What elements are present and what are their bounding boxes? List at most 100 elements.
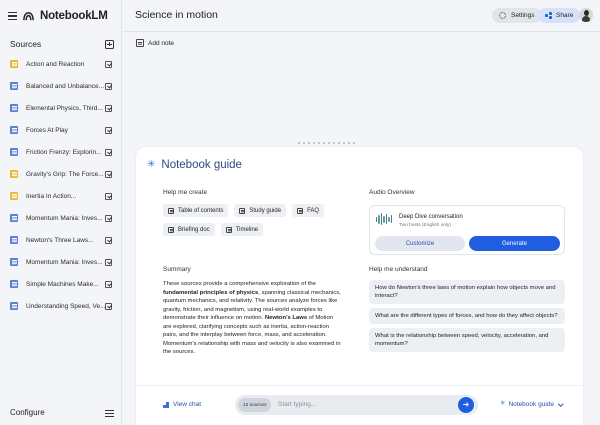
guide-title-text: Notebook guide (161, 159, 242, 171)
source-item[interactable]: Simple Machines Make... (0, 273, 122, 295)
source-item[interactable]: Gravity's Grip: The Force... (0, 163, 122, 185)
question-item[interactable]: What is the relationship between speed, … (369, 328, 565, 352)
source-item-label: Inertia In Action... (26, 192, 77, 200)
share-icon (545, 12, 552, 19)
doc-icon (10, 82, 18, 90)
source-item[interactable]: Elemental Physics, Third... (0, 97, 122, 119)
chip-label: FAQ (307, 207, 320, 214)
source-checkbox[interactable] (105, 126, 112, 134)
source-checkbox[interactable] (105, 148, 112, 156)
doc-icon (225, 226, 232, 233)
arrow-right-icon: ➜ (462, 400, 470, 409)
guide-footer: View chat 12 sources Start typing... ➜ ✳… (136, 385, 583, 425)
chip-label: Timeline (235, 226, 259, 233)
source-item-label: Newton's Three Laws... (26, 236, 94, 244)
sources-count-badge[interactable]: 12 sources (238, 398, 272, 412)
create-options: Table of contents Study guide FAQ Briefi… (163, 204, 343, 242)
view-chat-label: View chat (173, 401, 202, 408)
source-item[interactable]: Friction Frenzy: Explorin... (0, 141, 122, 163)
chevron-down-icon (558, 401, 564, 406)
chat-input[interactable]: 12 sources Start typing... ➜ (235, 395, 478, 415)
doc-icon (297, 207, 304, 214)
source-checkbox[interactable] (105, 258, 112, 266)
chip-label: Study guide (249, 207, 282, 214)
settings-button[interactable]: Settings (492, 8, 542, 23)
notebook-title[interactable]: Science in motion (135, 9, 218, 21)
source-item-label: Balanced and Unbalance... (26, 82, 105, 90)
table-of-contents-button[interactable]: Table of contents (163, 204, 229, 217)
audio-title: Deep Dive conversation (399, 214, 463, 220)
question-item[interactable]: How do Newton's three laws of motion exp… (369, 280, 565, 304)
source-item-label: Elemental Physics, Third... (26, 104, 103, 112)
help-create-label: Help me create (163, 189, 208, 196)
share-label: Share (556, 12, 574, 19)
source-item-label: Forces At Play (26, 126, 68, 134)
source-checkbox[interactable] (105, 170, 112, 178)
notebooklm-logo-icon (23, 11, 34, 20)
summary-bold: fundamental principles of physics (163, 289, 259, 296)
source-item-label: Momentum Mania: Inves... (26, 258, 103, 266)
source-item[interactable]: Balanced and Unbalance... (0, 75, 122, 97)
sparkle-icon: ✳ (147, 159, 156, 170)
summary-bold: Newton's Laws (264, 315, 308, 321)
chip-label: Briefing doc (178, 226, 210, 233)
source-checkbox[interactable] (105, 104, 112, 112)
generate-button[interactable]: Generate (469, 236, 560, 251)
source-item[interactable]: Understanding Speed, Ve... (0, 295, 122, 317)
source-checkbox[interactable] (105, 192, 112, 200)
add-note-button[interactable]: Add note (136, 39, 174, 47)
customize-button[interactable]: Customize (375, 236, 465, 251)
source-item-label: Understanding Speed, Ve... (26, 302, 105, 310)
source-item[interactable]: Forces At Play (0, 119, 122, 141)
timeline-button[interactable]: Timeline (220, 223, 264, 236)
question-item[interactable]: What are the different types of forces, … (369, 308, 565, 324)
audio-overview-card: Deep Dive conversation Two hosts (Englis… (369, 205, 565, 255)
doc-icon (10, 302, 18, 310)
drag-handle[interactable] (298, 142, 355, 144)
notebook-guide-panel: ✳ Notebook guide Help me create Table of… (136, 147, 583, 425)
note-icon (136, 39, 144, 47)
doc-icon (168, 226, 174, 233)
source-item[interactable]: Newton's Three Laws... (0, 229, 122, 251)
briefing-doc-button[interactable]: Briefing doc (163, 223, 215, 236)
source-item[interactable]: Action and Reaction (0, 53, 122, 75)
source-item[interactable]: Inertia In Action... (0, 185, 122, 207)
tune-icon[interactable] (105, 409, 114, 417)
source-list: Action and Reaction Balanced and Unbalanc… (0, 53, 122, 317)
configure-section: Configure (10, 408, 114, 417)
sources-label: Sources (10, 39, 42, 49)
source-checkbox[interactable] (105, 280, 112, 288)
share-button[interactable]: Share (538, 8, 581, 23)
doc-icon (10, 126, 18, 134)
source-item[interactable]: Momentum Mania: Inves... (0, 251, 122, 273)
add-source-icon[interactable] (105, 39, 114, 49)
source-checkbox[interactable] (105, 82, 112, 90)
view-chat-button[interactable]: View chat (163, 401, 201, 408)
source-item-label: Gravity's Grip: The Force... (26, 170, 104, 178)
chip-label: Table of contents (178, 207, 224, 214)
audio-wave-icon (376, 213, 393, 225)
source-item-label: Momentum Mania: Inves... (26, 214, 103, 222)
source-item-label: Simple Machines Make... (26, 280, 99, 288)
guide-title: ✳ Notebook guide (147, 159, 242, 171)
source-checkbox[interactable] (105, 214, 112, 222)
notebook-guide-label: Notebook guide (508, 401, 554, 408)
source-item[interactable]: Momentum Mania: Inves... (0, 207, 122, 229)
source-checkbox[interactable] (105, 236, 112, 244)
faq-button[interactable]: FAQ (292, 204, 325, 217)
sparkle-icon: ✳ (500, 400, 506, 408)
avatar[interactable] (579, 8, 593, 22)
summary-part: These sources provide a comprehensive ex… (163, 281, 316, 287)
notebook-guide-toggle[interactable]: ✳ Notebook guide (500, 400, 564, 408)
sidebar: NotebookLM Sources Action and Reaction Ba… (0, 0, 122, 425)
source-checkbox[interactable] (105, 302, 112, 310)
send-button[interactable]: ➜ (458, 397, 474, 413)
add-note-label: Add note (148, 39, 175, 47)
chat-placeholder[interactable]: Start typing... (278, 401, 316, 408)
menu-icon[interactable] (8, 12, 17, 20)
summary-part: of Motion are explored, clarifying conce… (163, 315, 341, 355)
source-checkbox[interactable] (105, 60, 112, 68)
doc-icon (10, 104, 18, 112)
study-guide-button[interactable]: Study guide (234, 204, 287, 217)
gear-icon (499, 12, 506, 19)
